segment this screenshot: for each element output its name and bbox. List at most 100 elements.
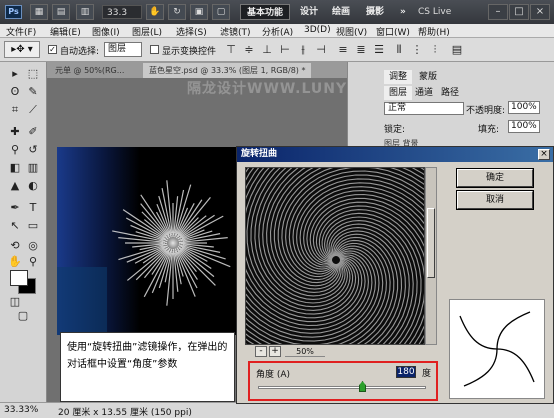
auto-select-dropdown[interactable]: 图层 (104, 42, 142, 57)
preview-scroll-thumb[interactable] (427, 208, 435, 278)
panel-tab-layers[interactable]: 图层 (384, 86, 413, 100)
angle-input[interactable]: 180 (396, 366, 416, 378)
document-canvas[interactable] (57, 147, 241, 335)
workspace-design[interactable]: 设计 (294, 4, 324, 20)
view-extras-button[interactable]: ▥ (76, 4, 94, 20)
bridge-button[interactable]: ▦ (30, 4, 48, 20)
menu-select[interactable]: 选择(S) (176, 25, 207, 38)
align-left-icon[interactable]: ⊢ (276, 42, 294, 58)
toolbox: ▸ ⬚ ʘ ✎ ⌗ ⟋ ✚ ✐ ⚲ ↺ ◧ ▥ ▲ ◐ ✒ T ↖ ▭ ⟲ ◎ … (0, 62, 47, 402)
panel-tab-masks[interactable]: 蒙版 (414, 70, 442, 84)
fill-label: 填充: (478, 125, 500, 135)
fill-field[interactable]: 100% (508, 120, 540, 133)
eraser-tool-icon[interactable]: ◧ (6, 160, 24, 176)
menu-3d[interactable]: 3D(D) (304, 25, 331, 35)
align-bottom-icon[interactable]: ⊥ (258, 42, 276, 58)
maximize-icon[interactable]: □ (509, 4, 529, 20)
dialog-title: 旋转扭曲 (237, 147, 553, 162)
preview-scrollbar[interactable] (425, 167, 437, 345)
healing-brush-icon[interactable]: ✚ (6, 124, 24, 140)
cancel-button[interactable]: 取消 (456, 190, 534, 210)
type-tool-icon[interactable]: T (24, 200, 42, 216)
menu-layer[interactable]: 图层(L) (132, 25, 162, 38)
auto-align-icon[interactable]: ▤ (448, 42, 466, 58)
align-vcenter-icon[interactable]: ≑ (240, 42, 258, 58)
menu-image[interactable]: 图像(I) (92, 25, 120, 38)
dialog-close-icon[interactable]: × (538, 149, 550, 160)
history-brush-icon[interactable]: ↺ (24, 142, 42, 158)
zoom-in-button[interactable]: + (269, 346, 281, 357)
align-right-icon[interactable]: ⊣ (312, 42, 330, 58)
minimize-icon[interactable]: – (488, 4, 508, 20)
lasso-tool-icon[interactable]: ʘ (6, 84, 24, 100)
menu-file[interactable]: 文件(F) (6, 25, 36, 38)
menu-edit[interactable]: 编辑(E) (50, 25, 81, 38)
blur-tool-icon[interactable]: ▲ (6, 178, 24, 194)
arrange-documents-button[interactable]: ▣ (190, 4, 208, 20)
clone-stamp-icon[interactable]: ⚲ (6, 142, 24, 158)
document-tab-active[interactable]: 蓝色星空.psd @ 33.3% (图层 1, RGB/8) * (143, 63, 312, 78)
blend-mode-dropdown[interactable]: 正常 (384, 102, 464, 115)
path-select-tool-icon[interactable]: ↖ (6, 218, 24, 234)
workspace-photography[interactable]: 摄影 (360, 4, 390, 20)
close-icon[interactable]: × (530, 4, 550, 20)
menu-filter[interactable]: 滤镜(T) (220, 25, 251, 38)
opacity-field[interactable]: 100% (508, 101, 540, 114)
hand-icon[interactable]: ✋ (146, 4, 164, 20)
zoom-tool-icon[interactable]: ⚲ (24, 254, 42, 270)
distribute-top-icon[interactable]: ≡ (334, 42, 352, 58)
auto-select-checkbox[interactable]: ✓ (48, 45, 57, 54)
distribute-hcenter-icon[interactable]: ⋮ (408, 42, 426, 58)
panel-tab-channels[interactable]: 通道 (410, 86, 438, 100)
distribute-bottom-icon[interactable]: ☰ (370, 42, 388, 58)
panel-tab-paths[interactable]: 路径 (436, 86, 464, 100)
menu-view[interactable]: 视图(V) (336, 25, 367, 38)
brush-tool-icon[interactable]: ✐ (24, 124, 42, 140)
layer-row[interactable]: 图层 背景 (384, 138, 544, 146)
angle-slider-thumb[interactable] (359, 381, 366, 392)
twirl-filter-icon (449, 299, 545, 399)
3d-rotate-tool-icon[interactable]: ⟲ (6, 238, 24, 254)
move-tool-preset-button[interactable]: ▸✥ ▾ (4, 41, 40, 58)
foreground-color-swatch[interactable] (10, 270, 28, 286)
rotate-view-icon[interactable]: ↻ (168, 4, 186, 20)
menu-analysis[interactable]: 分析(A) (262, 25, 293, 38)
3d-orbit-tool-icon[interactable]: ◎ (24, 238, 42, 254)
show-transform-checkbox[interactable] (150, 45, 159, 54)
screen-mode-button[interactable]: ▢ (212, 4, 230, 20)
status-zoom[interactable]: 33.33% (4, 405, 38, 415)
screen-mode-icon[interactable]: ▢ (14, 308, 32, 324)
document-tab[interactable]: 元单 @ 50%(RG... (49, 63, 130, 78)
photoshop-logo-icon: Ps (5, 5, 22, 19)
mini-bridge-button[interactable]: ▤ (52, 4, 70, 20)
align-top-icon[interactable]: ⊤ (222, 42, 240, 58)
workspace-essentials[interactable]: 基本功能 (240, 4, 291, 20)
gradient-tool-icon[interactable]: ▥ (24, 160, 42, 176)
workspace-painting[interactable]: 绘画 (326, 4, 356, 20)
menu-help[interactable]: 帮助(H) (418, 25, 450, 38)
panel-tab-adjustments[interactable]: 调整 (384, 70, 413, 84)
workspace-more[interactable]: » (394, 4, 412, 20)
dodge-tool-icon[interactable]: ◐ (24, 178, 42, 194)
angle-slider-track[interactable] (258, 386, 426, 389)
twirl-preview-image (246, 168, 424, 344)
marquee-tool-icon[interactable]: ⬚ (24, 66, 42, 82)
zoom-level-select[interactable]: 33.3 (102, 5, 142, 19)
crop-tool-icon[interactable]: ⌗ (6, 102, 24, 118)
ok-button[interactable]: 确定 (456, 168, 534, 188)
pen-tool-icon[interactable]: ✒ (6, 200, 24, 216)
hand-tool-icon[interactable]: ✋ (6, 254, 24, 270)
cs-live-button[interactable]: CS Live (418, 5, 470, 19)
twirl-preview[interactable] (245, 167, 425, 345)
lock-label: 锁定: (384, 125, 406, 135)
move-tool-icon[interactable]: ▸ (6, 66, 24, 82)
align-hcenter-icon[interactable]: ⫲ (294, 42, 312, 58)
distribute-center-icon[interactable]: ≣ (352, 42, 370, 58)
menu-window[interactable]: 窗口(W) (376, 25, 410, 38)
eyedropper-tool-icon[interactable]: ⟋ (24, 102, 42, 118)
shape-tool-icon[interactable]: ▭ (24, 218, 42, 234)
distribute-left-icon[interactable]: ⫴ (390, 42, 408, 58)
distribute-right-icon[interactable]: ⫶ (426, 42, 444, 58)
zoom-out-button[interactable]: - (255, 346, 267, 357)
quick-select-tool-icon[interactable]: ✎ (24, 84, 42, 100)
